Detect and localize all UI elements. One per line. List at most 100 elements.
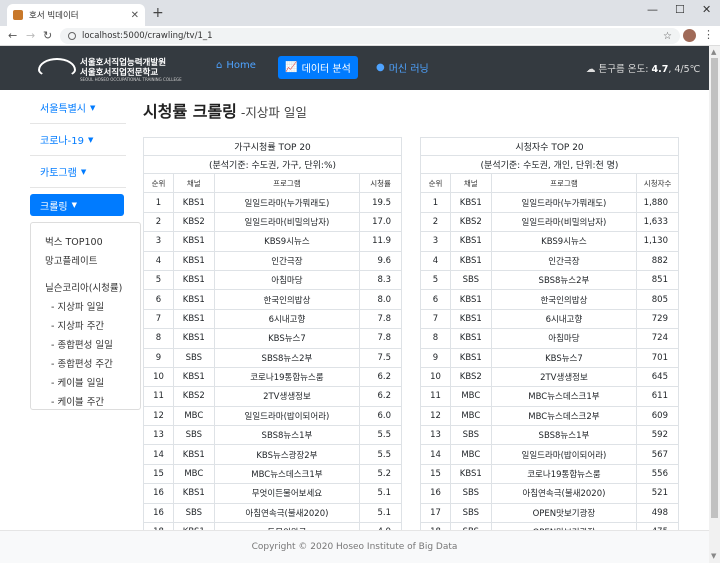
- nav-machine-learning[interactable]: ● 머신 러닝: [376, 60, 429, 75]
- sidebar-item-seoul[interactable]: 서울특별시 ▼: [30, 92, 126, 124]
- table-row: 12 MBC 일일드라마(밥이되어라) 6.0: [143, 405, 402, 427]
- cell-program: MBC뉴스데스크2부: [490, 405, 638, 427]
- dropdown-item-general-weekly[interactable]: - 종합편성 주간: [31, 353, 140, 372]
- table-row: 10 KBS2 2TV생생정보 645: [420, 366, 679, 388]
- table-row: 5 KBS1 아침마당 8.3: [143, 269, 402, 291]
- dropdown-item-bugs[interactable]: 벅스 TOP100: [31, 231, 140, 250]
- cell-program: MBC뉴스데스크1부: [213, 463, 361, 485]
- cell-rank: 15: [143, 463, 174, 485]
- site-logo[interactable]: 서울호서직업능력개발원 서울호서직업전문학교 SEOUL HOSEO OCCUP…: [38, 54, 182, 82]
- forward-icon[interactable]: →: [26, 29, 35, 42]
- cell-channel: KBS1: [449, 308, 492, 330]
- scroll-up-icon[interactable]: ▲: [711, 48, 716, 56]
- cell-rank: 7: [143, 308, 174, 330]
- cell-value: 6.2: [359, 386, 402, 407]
- table-row: 6 KBS1 한국인의밥상 8.0: [143, 289, 402, 310]
- cell-program: 아침연속극(불새2020): [490, 483, 638, 504]
- cell-channel: SBS: [172, 425, 215, 446]
- cell-rank: 3: [143, 231, 174, 252]
- sidebar-item-crawling[interactable]: 크롤링 ▼: [30, 194, 124, 216]
- scroll-thumb[interactable]: [711, 58, 718, 518]
- cell-program: 6시내고향: [213, 308, 361, 330]
- cell-value: 11.9: [359, 231, 402, 252]
- close-window-icon[interactable]: ✕: [702, 3, 711, 16]
- page-scrollbar[interactable]: ▲ ▼: [709, 46, 720, 563]
- cell-program: 무엇이든물어보세요: [213, 483, 361, 504]
- logo-line3: SEOUL HOSEO OCCUPATIONAL TRAINING COLLEG…: [80, 77, 182, 82]
- cell-channel: KBS1: [449, 289, 492, 310]
- cell-channel: KBS1: [172, 192, 215, 213]
- table-row: 8 KBS1 아침마당 724: [420, 328, 679, 349]
- cell-channel: MBC: [449, 386, 492, 407]
- chart-icon: 📈: [285, 62, 298, 73]
- table-row: 4 KBS1 인간극장 882: [420, 250, 679, 271]
- cell-value: 882: [636, 250, 679, 271]
- reload-icon[interactable]: ↻: [43, 29, 52, 42]
- cell-channel: SBS: [449, 269, 492, 291]
- table-row: 14 KBS1 KBS뉴스광장2부 5.5: [143, 444, 402, 465]
- url-field[interactable]: localhost:5000/crawling/tv/1_1 ☆: [60, 28, 680, 44]
- cell-program: 일일드라마(비밀의남자): [490, 211, 638, 233]
- cell-program: 한국인의밥상: [490, 289, 638, 310]
- dropdown-item-mangoplate[interactable]: 망고플레이트: [31, 250, 140, 269]
- cell-program: SBS8뉴스2부: [213, 347, 361, 368]
- page-subtitle: -지상파 일일: [236, 105, 307, 120]
- table-row: 2 KBS2 일일드라마(비밀의남자) 17.0: [143, 211, 402, 233]
- cell-value: 592: [636, 425, 679, 446]
- table-row: 16 SBS 아침연속극(불새2020) 521: [420, 483, 679, 504]
- cell-rank: 6: [420, 289, 451, 310]
- table-row: 16 KBS1 무엇이든물어보세요 5.1: [143, 483, 402, 504]
- cell-value: 611: [636, 386, 679, 407]
- back-icon[interactable]: ←: [8, 29, 17, 42]
- cell-value: 724: [636, 328, 679, 349]
- nav-data-analysis[interactable]: 📈 데이터 분석: [278, 56, 358, 79]
- dropdown-item-cable-daily[interactable]: - 케이블 일일: [31, 372, 140, 391]
- maximize-icon[interactable]: ☐: [675, 3, 685, 16]
- new-tab-button[interactable]: +: [152, 5, 164, 21]
- table-row: 8 KBS1 KBS뉴스7 7.8: [143, 328, 402, 349]
- close-tab-icon[interactable]: ✕: [131, 10, 139, 21]
- col-rating: 시청률: [359, 172, 402, 194]
- bookmark-star-icon[interactable]: ☆: [663, 31, 672, 42]
- table-row: 17 SBS OPEN맛보기광장 498: [420, 502, 679, 524]
- minimize-icon[interactable]: —: [647, 3, 658, 16]
- page-title: 시청률 크롤링 -지상파 일일: [143, 98, 307, 122]
- cell-value: 5.5: [359, 425, 402, 446]
- table-row: 2 KBS2 일일드라마(비밀의남자) 1,633: [420, 211, 679, 233]
- dropdown-item-general-daily[interactable]: - 종합편성 일일: [31, 334, 140, 353]
- cell-rank: 5: [143, 269, 174, 291]
- col-viewers: 시청자수: [636, 172, 679, 194]
- cell-program: 2TV생생정보: [490, 366, 638, 388]
- cell-value: 5.1: [359, 502, 402, 524]
- page-title-main: 시청률 크롤링: [143, 102, 237, 121]
- browser-menu-icon[interactable]: ⋮: [703, 28, 714, 41]
- nav-home-label: Home: [226, 60, 256, 71]
- cell-channel: MBC: [449, 444, 492, 465]
- cell-rank: 13: [143, 425, 174, 446]
- sidebar-item-cartogram[interactable]: 카토그램 ▼: [30, 156, 126, 188]
- cell-rank: 8: [420, 328, 451, 349]
- table-row: 10 KBS1 코로나19통합뉴스룸 6.2: [143, 366, 402, 388]
- browser-tab[interactable]: 호서 빅데이터 ✕: [7, 4, 145, 26]
- dropdown-item-cable-weekly[interactable]: - 케이블 주간: [31, 391, 140, 410]
- cell-channel: KBS1: [172, 483, 215, 504]
- profile-avatar[interactable]: [683, 29, 696, 42]
- cell-channel: KBS1: [172, 269, 215, 291]
- cell-program: SBS8뉴스1부: [490, 425, 638, 446]
- cell-rank: 10: [420, 366, 451, 388]
- nav-home[interactable]: ⌂ Home: [216, 60, 256, 71]
- cell-value: 9.6: [359, 250, 402, 271]
- weather-widget: ☁ 튼구름 온도: 4.7, 4/5℃: [586, 61, 700, 75]
- dropdown-item-terrestrial-daily[interactable]: - 지상파 일일: [31, 296, 140, 315]
- weather-temp: 4.7: [651, 64, 669, 75]
- cell-channel: KBS1: [449, 347, 492, 368]
- sidebar-item-corona[interactable]: 코로나-19 ▼: [30, 124, 126, 156]
- cell-rank: 12: [420, 405, 451, 427]
- cell-rank: 17: [420, 502, 451, 524]
- dropdown-item-terrestrial-weekly[interactable]: - 지상파 주간: [31, 315, 140, 334]
- cell-value: 8.0: [359, 289, 402, 310]
- scroll-down-icon[interactable]: ▼: [711, 552, 716, 560]
- cell-rank: 11: [420, 386, 451, 407]
- cell-value: 556: [636, 463, 679, 485]
- info-icon[interactable]: [68, 32, 76, 40]
